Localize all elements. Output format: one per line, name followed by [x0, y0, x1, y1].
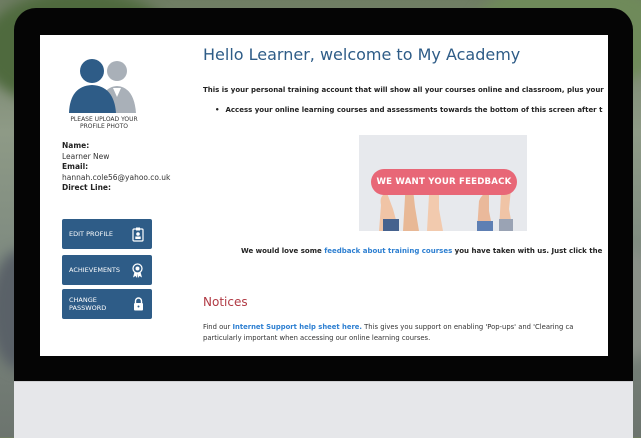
profile-sidebar: PLEASE UPLOAD YOUR PROFILE PHOTO Name: L… — [40, 35, 180, 356]
feedback-text-after: you have taken with us. Just click the — [452, 247, 603, 255]
avatar-placeholder-icon[interactable] — [64, 57, 142, 113]
id-badge-icon — [132, 227, 144, 242]
monitor-chin — [14, 381, 633, 438]
bullet-item: Access your online learning courses and … — [215, 106, 602, 114]
achievements-button[interactable]: ACHIEVEMENTS — [62, 255, 152, 285]
feedback-text-before: We would love some — [241, 247, 325, 255]
intro-text: This is your personal training account t… — [203, 86, 604, 94]
screen: PLEASE UPLOAD YOUR PROFILE PHOTO Name: L… — [40, 35, 608, 356]
page-title: Hello Learner, welcome to My Academy — [203, 45, 521, 64]
change-password-line1: CHANGE — [69, 296, 97, 304]
upload-photo-caption[interactable]: PLEASE UPLOAD YOUR PROFILE PHOTO — [60, 116, 148, 130]
notices-heading: Notices — [203, 295, 248, 309]
lock-icon — [134, 297, 143, 311]
feedback-link[interactable]: feedback about training courses — [324, 247, 452, 255]
feedback-banner-label: WE WANT YOUR FEEDBACK — [371, 169, 517, 195]
award-icon — [132, 262, 143, 278]
find-text-line2: particularly important when accessing ou… — [203, 334, 431, 342]
internet-support-link[interactable]: Internet Support help sheet here. — [233, 323, 362, 331]
edit-profile-button[interactable]: EDIT PROFILE — [62, 219, 152, 249]
feedback-paragraph: We would love some feedback about traini… — [241, 247, 602, 255]
monitor-frame: PLEASE UPLOAD YOUR PROFILE PHOTO Name: L… — [14, 8, 633, 438]
feedback-banner-image[interactable]: WE WANT YOUR FEEDBACK — [359, 135, 527, 231]
email-label: Email: — [62, 162, 89, 171]
name-value: Learner New — [62, 151, 110, 161]
edit-profile-label: EDIT PROFILE — [69, 230, 114, 238]
find-text-after: This gives you support on enabling 'Pop-… — [361, 323, 574, 331]
direct-line-label: Direct Line: — [62, 183, 111, 192]
find-text-before: Find our — [203, 323, 233, 331]
name-label: Name: — [62, 141, 90, 150]
email-value: hannah.cole56@yahoo.co.uk — [62, 172, 171, 182]
change-password-button[interactable]: CHANGE PASSWORD — [62, 289, 152, 319]
change-password-line2: PASSWORD — [69, 304, 107, 312]
achievements-label: ACHIEVEMENTS — [69, 266, 121, 274]
change-password-label: CHANGE PASSWORD — [69, 296, 106, 312]
support-paragraph: Find our Internet Support help sheet her… — [203, 322, 573, 344]
main-content: Hello Learner, welcome to My Academy Thi… — [203, 35, 608, 356]
profile-details: Name: Learner New Email: hannah.cole56@y… — [62, 141, 170, 194]
